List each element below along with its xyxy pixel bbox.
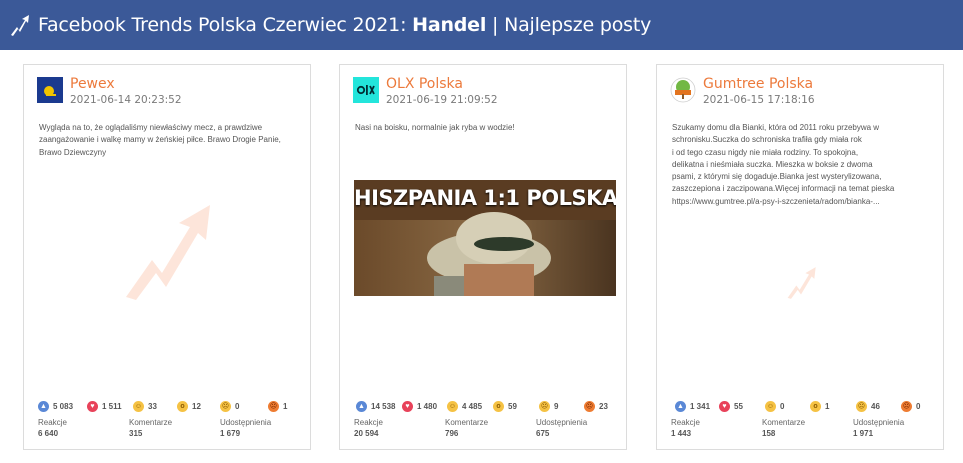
post-image[interactable]: HISZPANIA 1:1 POLSKA (354, 180, 616, 296)
stat-reakcje: Reakcje 1 443 (671, 418, 700, 438)
post-text: Wygląda na to, że oglądaliśmy niewłaściw… (39, 123, 281, 157)
reactions-row: ▲ 1 341 ♥ 55 ☺ 0 o1 ☹ 46 ☹ 0 (671, 401, 933, 413)
love-icon: ♥ (402, 401, 413, 412)
reaction-like: ▲ 5 083 (38, 401, 73, 412)
stat-udostepnienia: Udostępnienia 1 971 (853, 418, 905, 438)
haha-icon: ☺ (133, 401, 144, 412)
like-icon: ▲ (356, 401, 367, 412)
post-date: 2021-06-15 17:18:16 (703, 94, 815, 106)
stat-komentarze: Komentarze 158 (762, 418, 806, 438)
reaction-sad: ☹ 46 (856, 401, 880, 412)
page-name[interactable]: Gumtree Polska (703, 76, 813, 92)
reactions-row: ▲ 5 083 ♥ 1 511 ☺ 33 o 12 ☹ 0 ☹ 1 (38, 401, 300, 413)
trend-arrow-icon (787, 267, 816, 299)
angry-icon: ☹ (901, 401, 912, 412)
post-date: 2021-06-19 21:09:52 (386, 94, 498, 106)
wow-icon: o (810, 401, 821, 412)
pewex-avatar (37, 77, 63, 103)
reaction-like: ▲ 14 538 (356, 401, 395, 412)
angry-icon: ☹ (584, 401, 595, 412)
reaction-like: ▲ 1 341 (675, 401, 710, 412)
stats-row: Reakcje 1 443 Komentarze 158 Udostępnienia… (671, 417, 933, 441)
post-card[interactable]: Gumtree Polska 2021-06-15 17:18:16 Szuka… (656, 64, 944, 450)
stat-udostepnienia: Udostępnienia 675 (536, 418, 588, 438)
reaction-sad: ☹ 9 (539, 401, 559, 412)
trend-arrow-icon (126, 205, 210, 300)
sad-icon: ☹ (220, 401, 231, 412)
stat-reakcje: Reakcje 6 640 (38, 418, 67, 438)
wow-icon: o (177, 401, 188, 412)
love-icon: ♥ (719, 401, 730, 412)
reaction-love: ♥ 1 511 (87, 401, 122, 412)
reaction-wow: o1 (810, 401, 829, 412)
page-name[interactable]: OLX Polska (386, 76, 463, 92)
reaction-love: ♥ 55 (719, 401, 743, 412)
stat-komentarze: Komentarze 315 (129, 418, 173, 438)
like-icon: ▲ (675, 401, 686, 412)
trend-arrow-icon (11, 15, 29, 36)
haha-icon: ☺ (765, 401, 776, 412)
love-icon: ♥ (87, 401, 98, 412)
page-title: Facebook Trends Polska Czerwiec 2021: Ha… (38, 14, 652, 36)
post-card[interactable]: Pewex 2021-06-14 20:23:52 Wygląda na to,… (23, 64, 311, 450)
reaction-haha: ☺ 0 (765, 401, 785, 412)
page-name[interactable]: Pewex (70, 76, 115, 92)
page-header: Facebook Trends Polska Czerwiec 2021: Ha… (0, 0, 963, 50)
image-caption: HISZPANIA 1:1 POLSKA (354, 186, 616, 210)
stat-komentarze: Komentarze 796 (445, 418, 489, 438)
like-icon: ▲ (38, 401, 49, 412)
reaction-haha: ☺ 33 (133, 401, 157, 412)
reaction-sad: ☹ 0 (220, 401, 240, 412)
reaction-angry: ☹ 0 (901, 401, 921, 412)
gumtree-avatar (670, 77, 696, 103)
stat-reakcje: Reakcje 20 594 (354, 418, 383, 438)
reaction-love: ♥ 1 480 (402, 401, 437, 412)
stats-row: Reakcje 6 640 Komentarze 315 Udostępnienia… (38, 417, 300, 441)
reaction-angry: ☹ 1 (268, 401, 288, 412)
post-date: 2021-06-14 20:23:52 (70, 94, 182, 106)
reaction-haha: ☺ 4 485 (447, 401, 483, 412)
haha-icon: ☺ (447, 401, 458, 412)
wow-icon: o (493, 401, 504, 412)
reaction-angry: ☹ 23 (584, 401, 608, 412)
reaction-wow: o 59 (493, 401, 517, 412)
post-card[interactable]: OLX Polska 2021-06-19 21:09:52 Nasi na b… (339, 64, 627, 450)
post-text: Szukamy domu dla Bianki, która od 2011 r… (672, 123, 895, 206)
sad-icon: ☹ (856, 401, 867, 412)
stat-udostepnienia: Udostępnienia 1 679 (220, 418, 272, 438)
reaction-wow: o 12 (177, 401, 201, 412)
post-text: Nasi na boisku, normalnie jak ryba w wod… (355, 123, 515, 132)
angry-icon: ☹ (268, 401, 279, 412)
olx-avatar (353, 77, 379, 103)
sad-icon: ☹ (539, 401, 550, 412)
reactions-row: ▲ 14 538 ♥ 1 480 ☺ 4 485 o 59 ☹ 9 ☹ 23 (354, 401, 616, 413)
stats-row: Reakcje 20 594 Komentarze 796 Udostępnieni… (354, 417, 616, 441)
